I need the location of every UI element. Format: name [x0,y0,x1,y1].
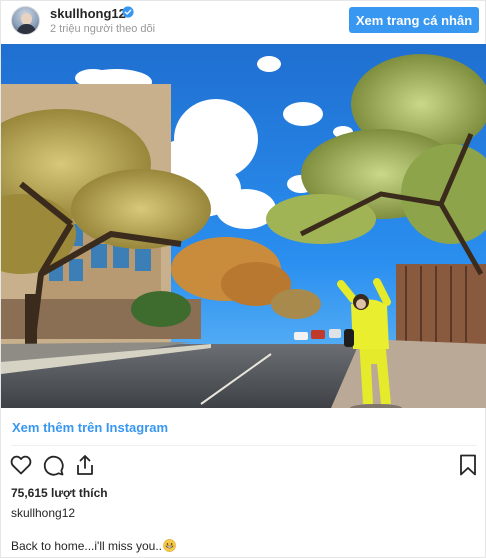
like-count[interactable]: 75,615 lượt thích [11,486,108,500]
instagram-embed-card: skullhong12 2 triệu người theo dõi Xem t… [0,0,486,558]
post-photo[interactable] [1,44,486,408]
view-more-on-instagram-link[interactable]: Xem thêm trên Instagram [12,420,168,435]
follower-count: 2 triệu người theo dõi [50,23,156,35]
avatar-body [17,24,36,34]
post-header: skullhong12 2 triệu người theo dõi Xem t… [1,1,486,43]
avatar[interactable] [11,6,40,35]
right-building [396,264,486,344]
caption-username[interactable]: skullhong12 [11,506,75,520]
grinning-face-emoji [163,539,176,552]
action-bar [1,453,486,481]
street-scene-image [1,44,486,408]
bookmark-icon[interactable] [456,453,480,477]
heart-icon[interactable] [9,453,33,477]
divider [11,445,477,446]
share-icon[interactable] [73,453,97,477]
comment-icon[interactable] [41,453,65,477]
username[interactable]: skullhong12 [50,6,126,21]
caption: Back to home...i'll miss you.. [11,539,176,553]
caption-text: Back to home...i'll miss you.. [11,539,163,553]
view-profile-button[interactable]: Xem trang cá nhân [349,7,479,33]
verified-badge-icon [122,6,134,18]
